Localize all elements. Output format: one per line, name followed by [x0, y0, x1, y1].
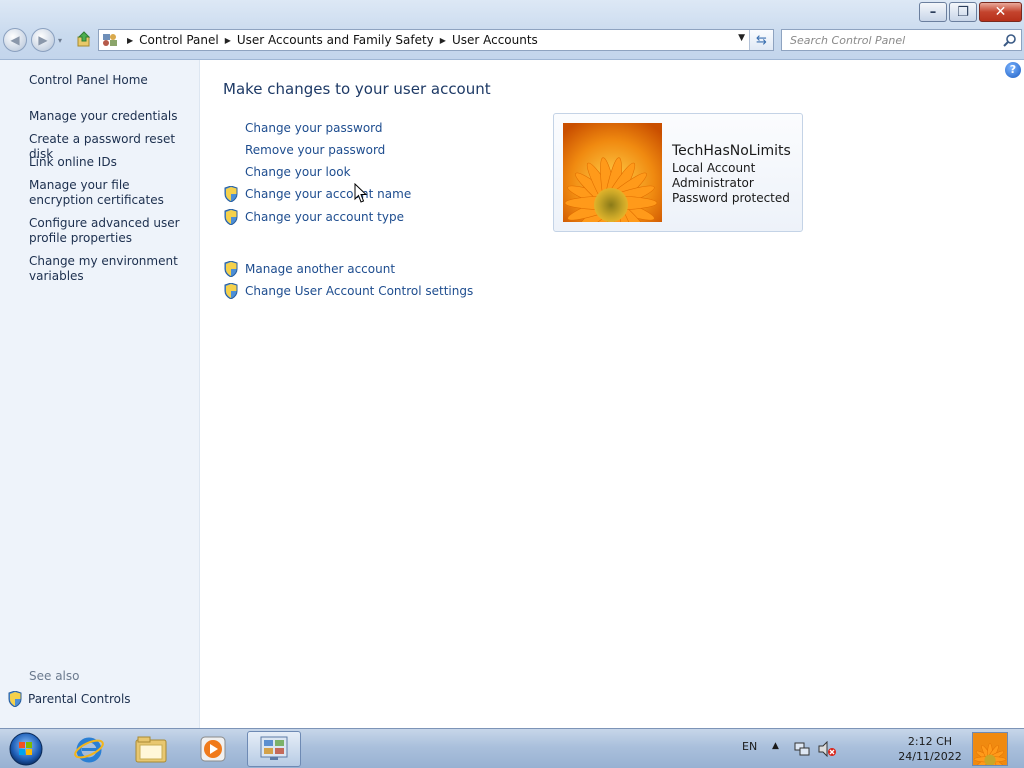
back-button[interactable]: ◀ — [3, 28, 27, 52]
taskbar-media-player[interactable] — [186, 731, 240, 767]
change-password-link[interactable]: Change your password — [245, 121, 383, 135]
restore-icon: ❐ — [957, 5, 969, 20]
task-uac-settings: Change User Account Control settings — [223, 283, 473, 299]
mouse-cursor-icon — [354, 183, 368, 203]
caption-buttons: – ❐ ✕ — [917, 2, 1022, 22]
clock-time: 2:12 CH — [907, 735, 953, 748]
minimize-button[interactable]: – — [919, 2, 947, 22]
sidebar: Control Panel Home Manage your credentia… — [0, 60, 200, 728]
uac-settings-link[interactable]: Change User Account Control settings — [245, 284, 473, 298]
manage-another-account-link[interactable]: Manage another account — [245, 262, 395, 276]
uac-shield-icon — [224, 261, 238, 277]
control-panel-icon — [260, 736, 288, 760]
show-hidden-icons-button[interactable]: ▲ — [772, 741, 779, 751]
taskbar-control-panel[interactable] — [247, 731, 301, 767]
remove-password-link[interactable]: Remove your password — [245, 143, 385, 157]
task-manage-another-account: Manage another account — [223, 261, 395, 277]
user-name: TechHasNoLimits — [672, 143, 791, 159]
network-icon[interactable] — [794, 741, 810, 757]
task-change-look: Change your look — [223, 164, 351, 180]
breadcrumb-user-accounts[interactable]: User Accounts — [452, 33, 538, 47]
sidebar-link-link-online-ids[interactable]: Link online IDs — [29, 155, 194, 170]
breadcrumb-user-accounts-family-safety[interactable]: User Accounts and Family Safety — [237, 33, 434, 47]
sidebar-link-environment-variables[interactable]: Change my environment variables — [29, 254, 194, 284]
up-folder-icon[interactable] — [76, 31, 93, 48]
user-account-card: TechHasNoLimits Local Account Administra… — [553, 113, 803, 232]
parental-controls-label: Parental Controls — [28, 692, 131, 706]
search-icon[interactable] — [1003, 33, 1017, 47]
uac-shield-icon — [224, 186, 238, 202]
breadcrumb-separator[interactable]: ▶ — [127, 36, 133, 45]
uac-shield-icon — [8, 691, 22, 707]
change-look-link[interactable]: Change your look — [245, 165, 351, 179]
start-button[interactable] — [6, 731, 46, 767]
sidebar-link-file-encryption-certificates[interactable]: Manage your file encryption certificates — [29, 178, 194, 208]
task-change-password: Change your password — [223, 120, 383, 136]
sidebar-link-advanced-profile-properties[interactable]: Configure advanced user profile properti… — [29, 216, 194, 246]
search-input[interactable] — [782, 30, 992, 50]
parental-controls-link[interactable]: Parental Controls — [8, 691, 131, 707]
uac-shield-icon — [224, 283, 238, 299]
window-chrome: – ❐ ✕ ◀ ▶ ▾ ▶ Control Panel ▶ User Accou… — [0, 0, 1024, 60]
restore-button[interactable]: ❐ — [949, 2, 977, 22]
internet-explorer-icon — [74, 737, 104, 763]
change-account-type-link[interactable]: Change your account type — [245, 210, 404, 224]
control-panel-icon — [99, 30, 121, 50]
avatar[interactable] — [563, 123, 662, 222]
close-icon: ✕ — [994, 4, 1007, 20]
main-content: ? Make changes to your user account Chan… — [201, 60, 1024, 728]
task-remove-password: Remove your password — [223, 142, 385, 158]
see-also-heading: See also — [29, 669, 80, 683]
forward-arrow-icon: ▶ — [38, 33, 48, 47]
taskbar-windows-explorer[interactable] — [124, 731, 178, 767]
account-kind: Local Account — [672, 161, 756, 175]
account-role: Administrator — [672, 176, 754, 190]
taskbar-internet-explorer[interactable] — [62, 731, 116, 767]
sidebar-link-manage-credentials[interactable]: Manage your credentials — [29, 109, 194, 124]
breadcrumb-separator[interactable]: ▶ — [440, 36, 446, 45]
task-change-account-type: Change your account type — [223, 209, 404, 225]
language-indicator[interactable]: EN — [742, 740, 757, 753]
account-password-status: Password protected — [672, 191, 790, 205]
taskbar: EN ▲ 2:12 CH 24/11/2022 — [0, 728, 1024, 768]
address-dropdown-icon[interactable]: ▼ — [738, 33, 745, 43]
recent-pages-dropdown[interactable]: ▾ — [58, 36, 62, 45]
media-player-icon — [200, 736, 226, 762]
minimize-icon: – — [929, 5, 937, 20]
folder-icon — [135, 736, 167, 763]
address-bar[interactable]: ▶ Control Panel ▶ User Accounts and Fami… — [98, 29, 774, 51]
back-arrow-icon: ◀ — [10, 33, 20, 47]
search-box[interactable] — [781, 29, 1022, 51]
uac-shield-icon — [224, 209, 238, 225]
change-account-name-link[interactable]: Change your account name — [245, 187, 411, 201]
help-icon[interactable]: ? — [1005, 62, 1021, 78]
forward-button[interactable]: ▶ — [31, 28, 55, 52]
refresh-button[interactable]: ⇆ — [749, 30, 773, 50]
volume-muted-icon[interactable] — [818, 741, 836, 757]
close-button[interactable]: ✕ — [979, 2, 1022, 22]
system-clock[interactable]: 2:12 CH 24/11/2022 — [890, 734, 970, 764]
sidebar-link-control-panel-home[interactable]: Control Panel Home — [29, 73, 194, 88]
page-title: Make changes to your user account — [223, 80, 491, 98]
task-change-account-name: Change your account name — [223, 186, 411, 202]
clock-date: 24/11/2022 — [898, 750, 962, 763]
user-picture-thumbnail[interactable] — [972, 732, 1008, 766]
breadcrumb-control-panel[interactable]: Control Panel — [139, 33, 219, 47]
breadcrumb-separator[interactable]: ▶ — [225, 36, 231, 45]
